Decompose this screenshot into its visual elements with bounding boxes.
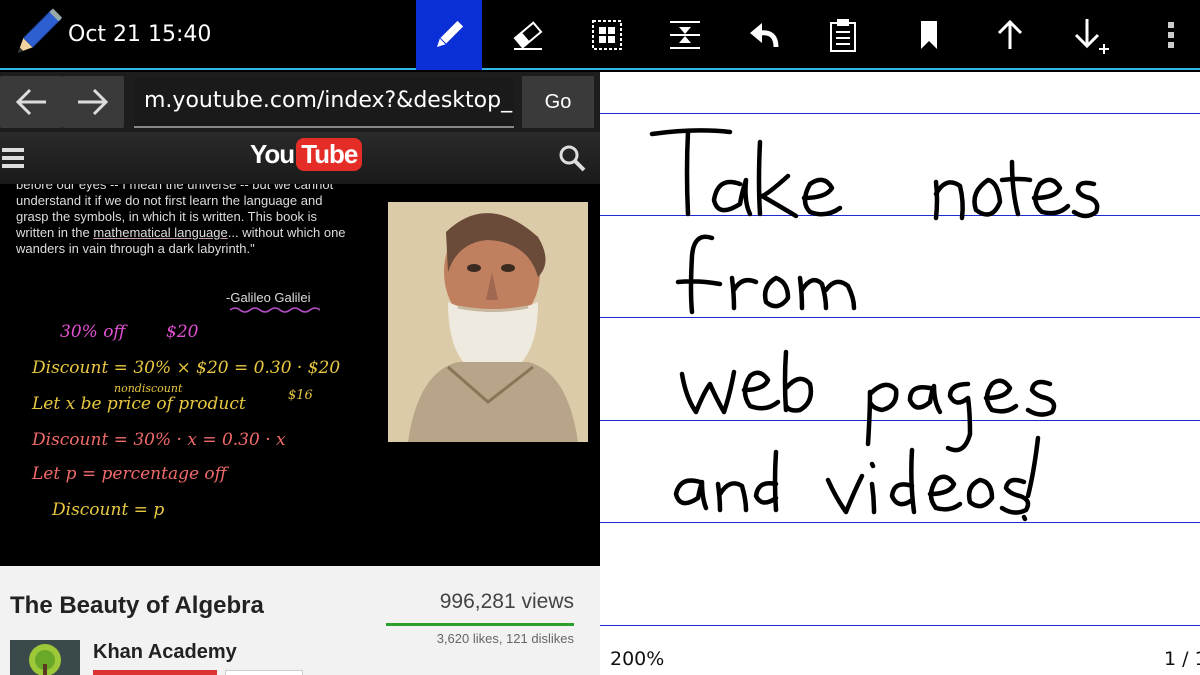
likes-ratio-bar [386,623,574,626]
youtube-logo[interactable]: You Tube [250,138,363,171]
insert-space-icon [670,21,700,49]
app-pencil-icon [17,8,62,53]
arrow-left-icon [15,88,46,116]
selection-tool-button[interactable] [574,0,640,70]
arrow-right-icon [78,88,109,116]
page-up-button[interactable] [977,0,1043,70]
forward-button[interactable] [62,76,124,128]
video-player[interactable]: before our eyes -- I mean the universe -… [0,184,600,566]
page-down-add-button[interactable] [1058,0,1124,70]
notes-canvas[interactable]: 200% 1 / 1 [600,72,1200,675]
undo-icon [750,23,779,48]
eraser-tool-button[interactable] [495,0,561,70]
galileo-portrait-image [388,202,588,442]
hamburger-menu-icon[interactable] [2,146,28,170]
video-title: The Beauty of Algebra [10,592,264,619]
channel-secondary-button[interactable] [225,670,303,675]
page-indicator: 1 / 1 [1164,648,1200,670]
arrow-down-add-icon [1074,19,1109,54]
go-button[interactable]: Go [522,76,594,128]
undo-button[interactable] [731,0,797,70]
more-vertical-icon [1168,22,1174,48]
overflow-menu-button[interactable] [1142,0,1200,70]
browser-pane: m.youtube.com/index?&desktop_u Go You Tub… [0,72,600,675]
channel-avatar[interactable] [10,640,80,675]
insert-space-button[interactable] [652,0,718,70]
view-count: 996,281 views [439,590,574,613]
subscribe-button[interactable] [93,670,217,675]
url-input[interactable]: m.youtube.com/index?&desktop_u [134,78,514,128]
clipboard-icon [830,19,856,52]
youtube-header: You Tube [0,132,600,184]
selection-icon [592,20,622,50]
datetime: Oct 21 15:40 [68,22,212,47]
pen-tool-button[interactable] [416,0,482,70]
likes-count: 3,620 likes, 121 dislikes [436,631,574,646]
blackboard-math: 30% off $20 Discount = 30% × $20 = 0.30 … [32,322,341,520]
handwriting-ink [649,128,1100,522]
back-button[interactable] [0,76,62,128]
arrow-up-icon [997,19,1023,49]
pen-icon [436,20,464,48]
bookmark-button[interactable] [896,0,962,70]
bookmark-icon [921,21,937,49]
top-toolbar: Oct 21 15:40 [0,0,1200,70]
search-icon[interactable] [558,144,586,172]
video-info-panel: The Beauty of Algebra 996,281 views 3,62… [0,566,600,675]
tree-logo-icon [29,644,61,675]
channel-name[interactable]: Khan Academy [93,641,237,664]
clipboard-button[interactable] [810,0,876,70]
eraser-icon [513,21,543,50]
zoom-level: 200% [610,648,665,670]
